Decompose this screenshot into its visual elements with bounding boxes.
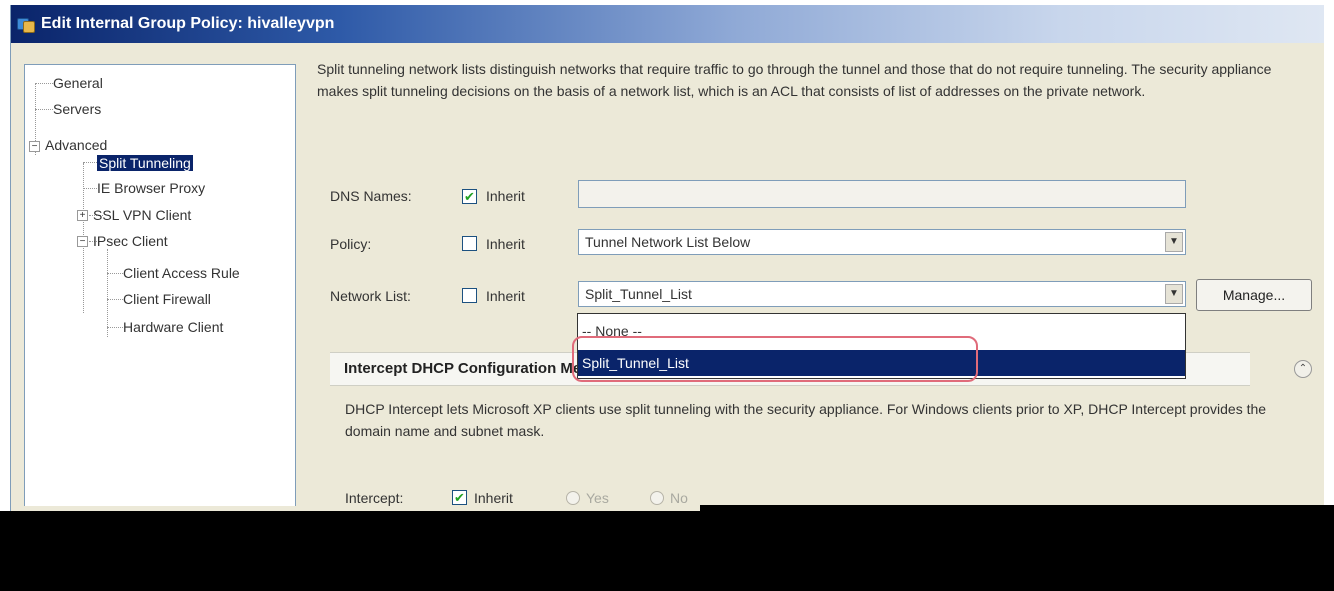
intercept-yes-radio[interactable] bbox=[566, 491, 580, 505]
tree-item-split-tunneling[interactable]: Split Tunneling bbox=[97, 153, 193, 173]
network-list-select-value: Split_Tunnel_List bbox=[585, 286, 692, 302]
chevron-down-icon[interactable]: ▼ bbox=[1165, 232, 1183, 252]
tree-item-general[interactable]: General bbox=[53, 73, 103, 93]
intercept-yes-label: Yes bbox=[586, 490, 609, 506]
split-tunneling-description: Split tunneling network lists distinguis… bbox=[317, 61, 1272, 99]
network-list-inherit-label: Inherit bbox=[486, 288, 525, 304]
dns-inherit-checkbox[interactable]: ✔ bbox=[462, 189, 477, 204]
tree-item-hardware-client[interactable]: Hardware Client bbox=[123, 317, 223, 337]
tree-item-client-access-rule[interactable]: Client Access Rule bbox=[123, 263, 240, 283]
title-bar[interactable]: Edit Internal Group Policy: hivalleyvpn bbox=[11, 5, 1324, 43]
collapse-section-icon[interactable]: ⌃ bbox=[1294, 360, 1312, 378]
network-list-select[interactable]: Split_Tunnel_List ▼ bbox=[578, 281, 1186, 307]
collapse-ipsec-icon[interactable]: − bbox=[77, 236, 88, 247]
tree-item-advanced[interactable]: Advanced bbox=[45, 135, 107, 155]
intercept-inherit-label: Inherit bbox=[474, 490, 513, 506]
intercept-inherit-checkbox[interactable]: ✔ bbox=[452, 490, 467, 505]
callout-highlight bbox=[572, 336, 978, 382]
policy-select-value: Tunnel Network List Below bbox=[585, 234, 751, 250]
dns-names-label: DNS Names: bbox=[330, 188, 412, 204]
dns-names-field[interactable] bbox=[578, 180, 1186, 208]
navigation-tree: General Servers − Advanced Split Tunneli… bbox=[24, 64, 296, 506]
tree-item-servers[interactable]: Servers bbox=[53, 99, 101, 119]
collapse-advanced-icon[interactable]: − bbox=[29, 141, 40, 152]
tree-item-ssl-vpn-client[interactable]: SSL VPN Client bbox=[93, 205, 191, 225]
dhcp-description: DHCP Intercept lets Microsoft XP clients… bbox=[345, 401, 1267, 439]
chevron-down-icon[interactable]: ▼ bbox=[1165, 284, 1183, 304]
tree-item-client-firewall[interactable]: Client Firewall bbox=[123, 289, 211, 309]
dns-inherit-label: Inherit bbox=[486, 188, 525, 204]
window-title: Edit Internal Group Policy: hivalleyvpn bbox=[41, 15, 335, 32]
intercept-label: Intercept: bbox=[345, 490, 404, 506]
network-list-inherit-checkbox[interactable] bbox=[462, 288, 477, 303]
network-list-label: Network List: bbox=[330, 288, 411, 304]
expand-ssl-vpn-icon[interactable]: + bbox=[77, 210, 88, 221]
manage-button[interactable]: Manage... bbox=[1196, 279, 1312, 311]
policy-inherit-checkbox[interactable] bbox=[462, 236, 477, 251]
intercept-no-radio[interactable] bbox=[650, 491, 664, 505]
tree-item-ie-browser-proxy[interactable]: IE Browser Proxy bbox=[97, 178, 205, 198]
tree-item-ipsec-client[interactable]: IPsec Client bbox=[93, 231, 168, 251]
policy-inherit-label: Inherit bbox=[486, 236, 525, 252]
intercept-no-label: No bbox=[670, 490, 688, 506]
policy-select[interactable]: Tunnel Network List Below ▼ bbox=[578, 229, 1186, 255]
black-overlay-bar bbox=[0, 511, 1334, 591]
policy-label: Policy: bbox=[330, 236, 372, 252]
group-policy-icon bbox=[17, 15, 35, 33]
